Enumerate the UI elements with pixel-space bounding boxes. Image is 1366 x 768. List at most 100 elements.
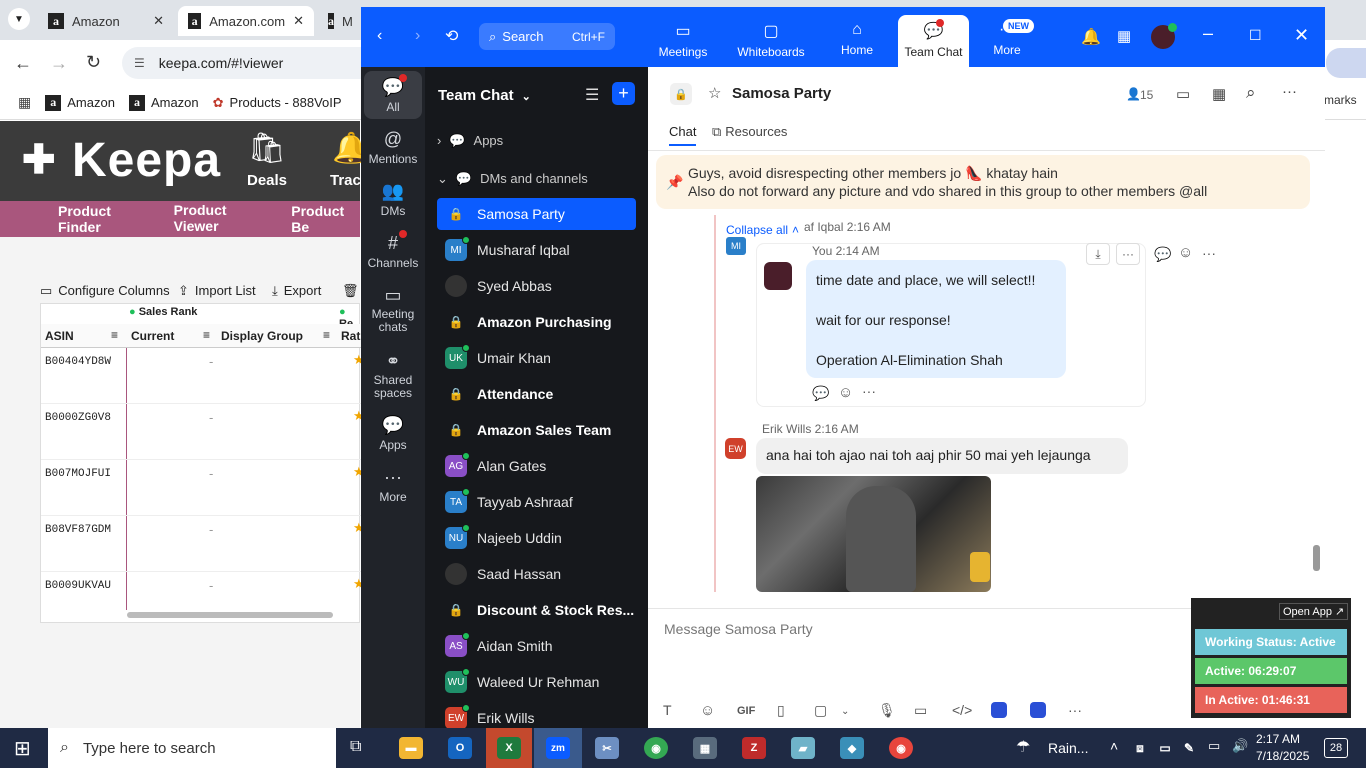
maximize-icon[interactable]: ☐ [1249,27,1262,44]
pinned-message[interactable]: 📌 Guys, avoid disrespecting other member… [656,155,1310,209]
member-count[interactable]: 15 [1140,88,1153,102]
shared-image[interactable] [756,476,991,592]
tab-search-button[interactable]: ▼ [8,8,30,30]
asin-cell[interactable]: B007MOJFUI [45,468,111,480]
channel-item[interactable]: Saad Hassan [437,558,636,590]
avatar[interactable]: MI [726,237,746,255]
horizontal-scrollbar[interactable] [127,612,333,618]
col-display-group[interactable]: Display Group [221,329,303,343]
avatar[interactable]: EW [725,438,746,459]
composer-input[interactable]: Message Samosa Party [664,621,813,637]
app-icon-1[interactable] [991,702,1007,718]
more-actions-button[interactable]: ··· [1116,243,1140,265]
nav-product-finder[interactable]: Product Finder [58,203,150,235]
channel-item[interactable]: NU Najeeb Uddin [437,522,636,554]
chrome-icon[interactable]: ◉ [889,737,913,759]
text-format-icon[interactable]: T [663,702,672,718]
asin-cell[interactable]: B0009UKVAU [45,580,111,592]
zoom-back-icon[interactable]: ‹ [377,27,382,45]
channel-item[interactable]: Syed Abbas [437,270,636,302]
back-icon[interactable]: ← [14,53,32,74]
browser-tab-active[interactable]: a Amazon.com ✕ [178,6,314,36]
excel-icon[interactable]: X [497,737,521,759]
screenshot-icon[interactable]: ▢ [814,702,827,719]
more-icon[interactable]: ··· [1202,245,1216,261]
gif-icon[interactable]: GIF [737,705,755,717]
volume-icon[interactable]: 🔊 [1232,738,1248,754]
channel-item[interactable]: MI Musharaf Iqbal [437,234,636,266]
rail-channels[interactable]: # Channels [361,230,425,270]
filter-icon[interactable]: ☰ [585,85,599,105]
team-chat-dropdown[interactable]: Team Chat ⌄ [438,87,531,104]
notes-icon[interactable]: ▰ [791,737,815,759]
file-icon[interactable]: ▯ [777,702,785,719]
microphone-icon[interactable]: 🎙 [878,702,896,719]
zoom-forward-icon[interactable]: › [415,27,420,45]
rail-shared-spaces[interactable]: ⚭ Shared spaces [361,351,425,400]
minimize-icon[interactable]: – [1203,23,1213,44]
emoji-react-icon[interactable]: ☺ [838,384,853,401]
new-chat-button[interactable]: + [612,82,635,105]
channel-item[interactable]: AG Alan Gates [437,450,636,482]
dms-section[interactable]: ⌄ 💬 DMs and channels [437,171,588,187]
channel-item[interactable]: AS Aidan Smith [437,630,636,662]
chat-scrollbar[interactable] [1313,545,1320,571]
notification-badge[interactable]: 28 [1324,738,1348,758]
rail-all[interactable]: 💬 All [361,74,425,114]
bookmark-item[interactable]: a Amazon [45,94,115,111]
download-button[interactable]: ⤓ [1086,243,1110,265]
channel-item[interactable]: 🔒 Samosa Party [437,198,636,230]
tray-pen-icon[interactable]: ✎ [1180,737,1198,759]
apps-section[interactable]: › 💬 Apps [437,133,503,149]
tab-chat[interactable]: Chat [669,124,697,146]
table-row[interactable]: B08VF87GDM - ★ [41,516,365,572]
clock-time[interactable]: 2:17 AM [1256,732,1300,746]
file-explorer-icon[interactable]: ▬ [399,737,423,759]
members-icon[interactable]: 👤 [1126,87,1141,101]
apps-grid-icon[interactable]: ▦ [18,94,31,111]
chevron-down-icon[interactable]: ⌄ [841,706,849,717]
calendar-icon[interactable]: ▦ [1117,27,1131,45]
keepa-logo[interactable]: Keepa [72,133,221,188]
import-list-button[interactable]: ⇪ Import List [178,283,256,299]
filezilla-icon[interactable]: Z [742,737,766,759]
site-info-icon[interactable]: ☰ [134,56,145,70]
more-icon[interactable]: ··· [862,383,876,399]
asin-cell[interactable]: B0000ZG0V8 [45,412,111,424]
reply-icon[interactable]: 💬 [1154,246,1171,263]
export-button[interactable]: ⤓ Export [272,283,321,299]
asin-cell[interactable]: B08VF87GDM [45,524,111,536]
asin-cell[interactable]: B00404YD8W [45,356,111,368]
tab-team-chat-active[interactable]: 💬 Team Chat [898,15,969,67]
reload-icon[interactable]: ↻ [86,52,101,73]
avatar[interactable] [764,262,792,290]
tab-close-icon[interactable]: ✕ [153,13,164,29]
deals-link[interactable]: Deals [247,172,287,189]
code-icon[interactable]: </> [952,702,972,718]
calendar-icon[interactable]: ▦ [1212,85,1226,103]
col-menu-icon[interactable]: ≡ [323,328,330,342]
table-row[interactable]: B00404YD8W - ★ [41,348,365,404]
reply-icon[interactable]: 💬 [812,385,829,402]
tab-meetings[interactable]: ▭ Meetings [645,21,721,59]
chrome-side-panel-button[interactable] [1326,48,1366,78]
emoji-react-icon[interactable]: ☺ [1178,244,1193,261]
my-message-bubble[interactable]: time date and place, we will select!! wa… [806,260,1066,378]
taskbar-search[interactable]: ⌕ Type here to search [48,728,336,768]
video-clip-icon[interactable]: ▭ [914,702,927,719]
close-icon[interactable]: ✕ [1294,25,1309,46]
weather-label[interactable]: Rain... [1048,740,1088,756]
notification-bell-icon[interactable]: 🔔 [1081,27,1101,47]
tab-resources[interactable]: ⧉ Resources [712,124,787,140]
address-bar[interactable]: ☰ keepa.com/#!viewer [122,47,382,79]
table-row[interactable]: B007MOJFUI - ★ [41,460,365,516]
app-icon-2[interactable] [1030,702,1046,718]
chevron-up-icon[interactable]: ˄ [1110,738,1118,754]
channel-item[interactable]: 🔒 Attendance [437,378,636,410]
clock-date[interactable]: 7/18/2025 [1256,749,1309,763]
history-icon[interactable]: ⟲ [445,26,458,46]
snipping-tool-icon[interactable]: ✂ [595,737,619,759]
calculator-icon[interactable]: ▦ [693,737,717,759]
browser-tab[interactable]: a Amazon ✕ [38,6,174,36]
configure-columns-button[interactable]: ▭ Configure Columns [40,283,170,299]
